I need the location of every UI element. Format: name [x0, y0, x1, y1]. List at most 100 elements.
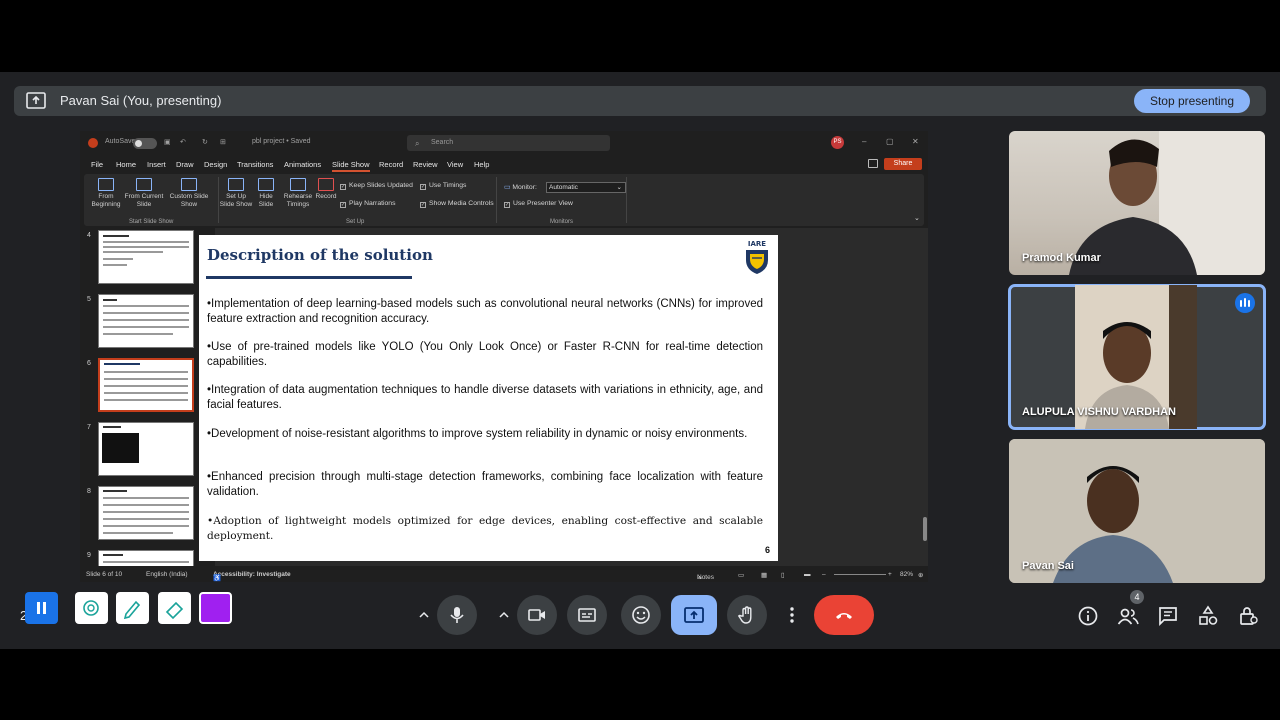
setup-show-label: Set Up Slide Show — [219, 193, 253, 208]
redo-icon[interactable]: ↻ — [202, 138, 208, 146]
keep-updated-checkbox[interactable]: ✓ Keep Slides Updated — [340, 182, 413, 190]
from-beginning-label: From Beginning — [91, 193, 121, 208]
leave-call-button[interactable] — [814, 595, 874, 635]
slide-thumbnail[interactable] — [98, 230, 194, 284]
camera-button[interactable] — [517, 595, 557, 635]
tab-file[interactable]: File — [91, 160, 103, 169]
save-icon[interactable]: ▣ — [164, 138, 171, 146]
show-media-checkbox[interactable]: ✓ Show Media Controls — [420, 200, 494, 208]
use-timings-checkbox[interactable]: ✓ Use Timings — [420, 182, 466, 190]
reading-view-icon[interactable]: ▯ — [781, 571, 785, 579]
tab-design[interactable]: Design — [204, 160, 227, 169]
autosave-toggle[interactable] — [133, 138, 157, 149]
file-name[interactable]: pbl project • Saved — [252, 138, 311, 145]
stop-presenting-button[interactable]: Stop presenting — [1133, 89, 1250, 113]
host-controls-icon[interactable] — [1237, 605, 1259, 627]
close-icon[interactable]: ✕ — [912, 137, 919, 146]
eraser-tool-button[interactable] — [158, 592, 191, 624]
custom-show-button[interactable]: Custom Slide Show — [169, 178, 209, 209]
present-now-button[interactable] — [671, 595, 717, 635]
tab-view[interactable]: View — [447, 160, 463, 169]
play-narrations-checkbox[interactable]: ✓ Play Narrations — [340, 200, 395, 208]
accessibility-label: Accessibility: Investigate — [213, 571, 291, 578]
search-placeholder: Search — [431, 139, 454, 146]
comment-icon[interactable] — [868, 159, 878, 168]
tab-help[interactable]: Help — [474, 160, 489, 169]
from-beginning-button[interactable]: From Beginning — [88, 178, 124, 209]
thumb-line — [103, 241, 189, 243]
participant-tile[interactable]: Pramod Kumar — [1009, 131, 1265, 275]
tab-record[interactable]: Record — [379, 160, 403, 169]
tab-draw[interactable]: Draw — [176, 160, 194, 169]
more-options-button[interactable] — [772, 595, 812, 635]
rehearse-icon — [290, 178, 306, 191]
thumb-line — [103, 561, 189, 563]
participant-count-badge: 4 — [1130, 590, 1144, 604]
participant-tile[interactable]: Pavan Sai — [1009, 439, 1265, 583]
thumb-line — [103, 511, 189, 513]
thumbnail-number: 7 — [87, 424, 91, 431]
slide-thumbnail[interactable] — [98, 294, 194, 348]
reactions-button[interactable] — [621, 595, 661, 635]
presenting-text: Pavan Sai (You, presenting) — [60, 93, 222, 108]
zoom-out-icon[interactable]: – — [822, 571, 826, 578]
presenting-banner: Pavan Sai (You, presenting) Stop present… — [14, 86, 1266, 116]
editor-scrollbar[interactable] — [923, 517, 927, 541]
participant-tile-speaking[interactable]: ALUPULA VISHNU VARDHAN — [1008, 284, 1266, 430]
raise-hand-button[interactable] — [727, 595, 767, 635]
audio-options-button[interactable] — [411, 595, 437, 635]
tab-review[interactable]: Review — [413, 160, 438, 169]
undo-icon[interactable]: ↶ — [180, 138, 186, 146]
activities-icon[interactable] — [1197, 605, 1219, 627]
search-input[interactable]: ⌕ Search — [407, 135, 610, 151]
monitor-select[interactable]: Automatic ⌄ — [546, 182, 626, 193]
tab-transitions[interactable]: Transitions — [237, 160, 273, 169]
thumb-line — [103, 305, 189, 307]
pointer-tool-button[interactable] — [75, 592, 108, 624]
slide-thumbnail[interactable] — [98, 550, 194, 566]
setup-show-button[interactable]: Set Up Slide Show — [218, 178, 254, 209]
hide-slide-icon — [258, 178, 274, 191]
user-avatar[interactable]: PS — [831, 136, 844, 149]
thumbnail-number: 4 — [87, 232, 91, 239]
pen-tool-button[interactable] — [116, 592, 149, 624]
slide-sorter-icon[interactable]: ▦ — [761, 571, 767, 579]
accessibility-status[interactable]: ♿ Accessibility: Investigate — [213, 571, 291, 582]
slide-thumbnail-selected[interactable] — [98, 358, 194, 412]
from-current-button[interactable]: From Current Slide — [124, 178, 164, 209]
hide-slide-button[interactable]: Hide Slide — [254, 178, 278, 209]
zoom-in-icon[interactable]: + — [888, 571, 892, 578]
maximize-icon[interactable]: ▢ — [886, 137, 894, 146]
microphone-button[interactable] — [437, 595, 477, 635]
rehearse-button[interactable]: Rehearse Timings — [282, 178, 314, 209]
tab-insert[interactable]: Insert — [147, 160, 166, 169]
normal-view-icon[interactable]: ▭ — [738, 571, 744, 579]
presenter-view-checkbox[interactable]: ✓ Use Presenter View — [504, 200, 573, 208]
meeting-info-icon[interactable] — [1077, 605, 1099, 627]
share-button[interactable]: Share — [884, 158, 922, 170]
video-options-button[interactable] — [491, 595, 517, 635]
slide-number: 6 — [764, 545, 770, 555]
zoom-slider[interactable] — [834, 574, 886, 575]
chat-icon[interactable] — [1157, 605, 1179, 627]
qat-icon[interactable]: ⊞ — [220, 138, 226, 146]
record-button[interactable]: Record — [314, 178, 338, 201]
slide-thumbnail[interactable] — [98, 422, 194, 476]
tab-slide-show[interactable]: Slide Show — [332, 160, 370, 172]
zoom-level[interactable]: 82% — [900, 571, 913, 578]
fit-slide-icon[interactable]: ⊕ — [918, 571, 923, 579]
slide-thumbnail[interactable] — [98, 486, 194, 540]
color-picker-button[interactable] — [199, 592, 232, 624]
tab-home[interactable]: Home — [116, 160, 136, 169]
tab-animations[interactable]: Animations — [284, 160, 321, 169]
collapse-ribbon-icon[interactable]: ⌄ — [914, 214, 920, 222]
language[interactable]: English (India) — [146, 571, 188, 578]
slideshow-view-icon[interactable]: ▬ — [804, 571, 811, 578]
slide-bullet: •Enhanced precision through multi-stage … — [207, 471, 763, 498]
record-icon — [318, 178, 334, 191]
captions-button[interactable] — [567, 595, 607, 635]
current-slide[interactable]: Description of the solution IARE •Implem… — [199, 235, 778, 561]
people-icon[interactable] — [1117, 605, 1139, 627]
minimize-icon[interactable]: – — [862, 137, 866, 146]
pause-annotation-button[interactable] — [25, 592, 58, 624]
